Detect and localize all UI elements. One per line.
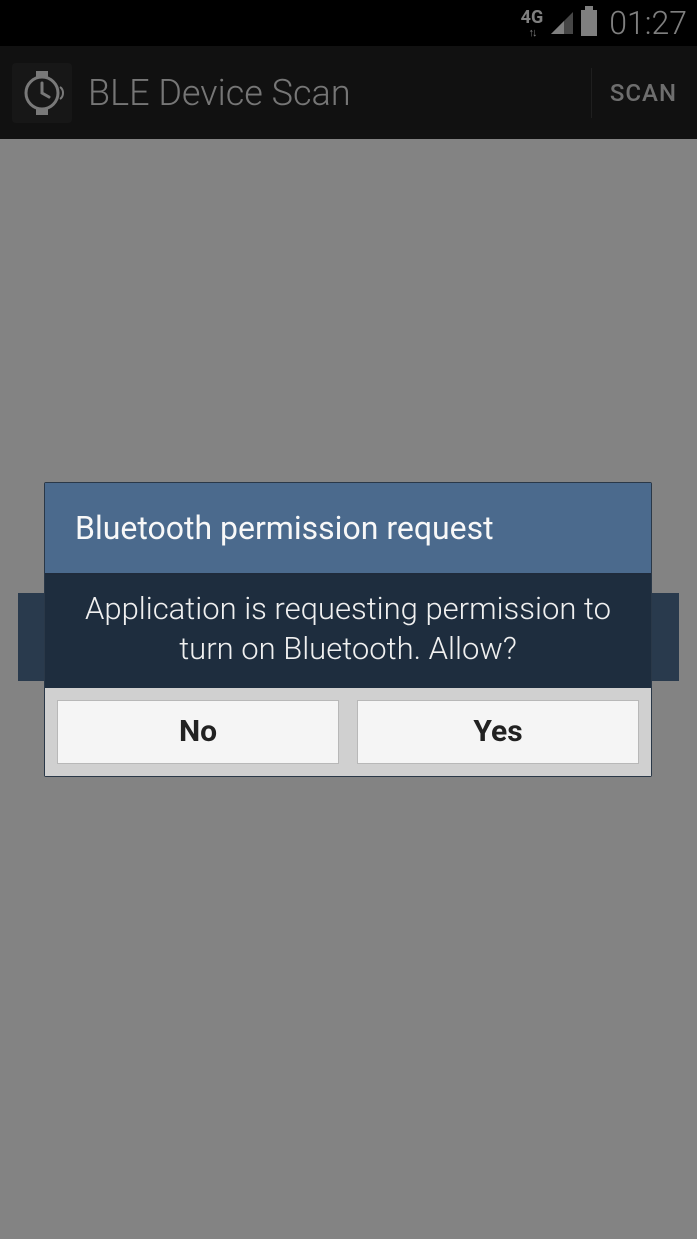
dialog-title: Bluetooth permission request [75,509,621,547]
permission-dialog: Bluetooth permission request Application… [44,482,652,777]
dialog-button-row: No Yes [45,688,651,776]
dialog-body: Application is requesting permission to … [45,575,651,688]
dialog-message: Application is requesting permission to … [63,589,633,670]
yes-button[interactable]: Yes [357,700,639,764]
no-button[interactable]: No [57,700,339,764]
dialog-header: Bluetooth permission request [45,483,651,575]
